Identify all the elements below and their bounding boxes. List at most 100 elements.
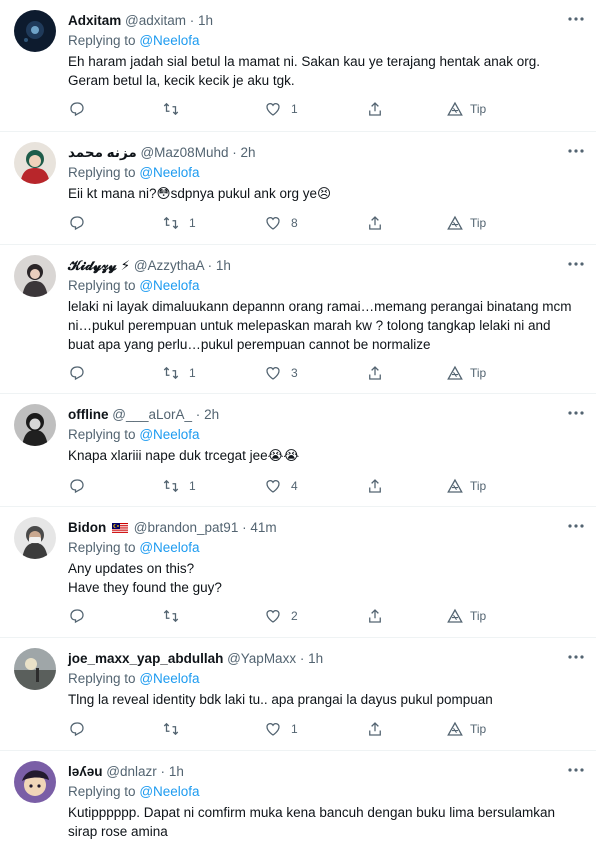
share-button[interactable] — [366, 719, 384, 739]
mention-link[interactable]: @Neelofa — [139, 671, 199, 686]
display-name[interactable]: مزنه محمد — [68, 145, 137, 160]
replying-to: Replying to @Neelofa — [68, 783, 200, 801]
timestamp[interactable]: 1h — [308, 651, 323, 666]
retweet-button[interactable]: 1 — [162, 213, 196, 233]
mention-link[interactable]: @Neelofa — [139, 540, 199, 555]
share-button[interactable] — [366, 476, 384, 496]
user-handle[interactable]: @AzzythaA — [134, 258, 204, 273]
more-options-icon[interactable] — [566, 648, 586, 666]
timestamp[interactable]: 41m — [250, 520, 276, 535]
tip-icon — [447, 215, 463, 230]
avatar[interactable] — [14, 10, 56, 52]
display-name[interactable]: joe_maxx_yap_abdullah — [68, 651, 223, 666]
avatar[interactable] — [14, 517, 56, 559]
share-button[interactable] — [366, 363, 384, 383]
like-button[interactable]: 2 — [264, 606, 298, 626]
user-handle[interactable]: @adxitam — [125, 13, 186, 28]
retweet-button[interactable]: 1 — [162, 363, 196, 383]
replying-to-label: Replying to — [68, 784, 136, 799]
like-button[interactable]: 1 — [264, 99, 298, 119]
tip-button[interactable]: Tip — [446, 213, 486, 233]
reply-button[interactable] — [68, 476, 95, 496]
tip-label: Tip — [470, 479, 487, 493]
tweet-text: Kutipppppp. Dapat ni comfirm muka kena b… — [68, 805, 556, 839]
reply-tweet[interactable]: مزنه محمد @Maz08Muhd · 2h Replying to @N… — [0, 132, 596, 245]
timestamp[interactable]: 1h — [169, 764, 184, 779]
more-options-icon[interactable] — [566, 142, 586, 160]
mention-link[interactable]: @Neelofa — [139, 165, 199, 180]
malaysia-flag-icon — [112, 523, 129, 534]
user-handle[interactable]: @brandon_pat91 — [134, 520, 239, 535]
more-options-icon[interactable] — [566, 517, 586, 535]
reply-button[interactable] — [68, 213, 95, 233]
reply-tweet[interactable]: 𝓚𝓲𝓭𝔂𝔃𝔂 ⚡ @AzzythaA · 1h Replying to @Nee… — [0, 245, 596, 394]
reply-tweet[interactable]: offline @___aLorA_ · 2h Replying to @Nee… — [0, 394, 596, 507]
more-options-icon[interactable] — [566, 404, 586, 422]
display-name[interactable]: Bidon — [68, 520, 106, 535]
heart-icon — [266, 217, 280, 230]
avatar[interactable] — [14, 404, 56, 446]
mention-link[interactable]: @Neelofa — [139, 278, 199, 293]
more-options-icon[interactable] — [566, 761, 586, 779]
reply-tweet[interactable]: ləʎəu @dnlazr · 1h Replying to @Neelofa … — [0, 751, 596, 851]
tweet-text-line: Have they found the guy? — [68, 580, 222, 595]
share-button[interactable] — [366, 213, 384, 233]
tweet-header: joe_maxx_yap_abdullah @YapMaxx · 1h — [68, 650, 323, 668]
reply-button[interactable] — [68, 99, 95, 119]
retweet-icon — [163, 479, 179, 493]
avatar[interactable] — [14, 648, 56, 690]
separator-dot: · — [195, 407, 201, 422]
avatar[interactable] — [14, 142, 56, 184]
tweet-header: Bidon @brandon_pat91 · 41m — [68, 519, 277, 537]
retweet-button[interactable] — [162, 719, 189, 739]
reply-tweet[interactable]: Adxitam @adxitam · 1h Replying to @Neelo… — [0, 0, 596, 132]
reply-button[interactable] — [68, 719, 95, 739]
mention-link[interactable]: @Neelofa — [139, 427, 199, 442]
display-name[interactable]: Adxitam — [68, 13, 121, 28]
tip-button[interactable]: Tip — [446, 99, 486, 119]
action-bar: 1 4 Tip — [60, 476, 560, 496]
user-handle[interactable]: @Maz08Muhd — [140, 145, 228, 160]
display-name[interactable]: 𝓚𝓲𝓭𝔂𝔃𝔂 ⚡ — [68, 258, 130, 273]
tweet-header: مزنه محمد @Maz08Muhd · 2h — [68, 144, 256, 162]
user-handle[interactable]: @___aLorA_ — [112, 407, 192, 422]
share-icon — [369, 216, 381, 230]
mention-link[interactable]: @Neelofa — [139, 784, 199, 799]
tip-button[interactable]: Tip — [446, 606, 486, 626]
like-count: 1 — [291, 102, 298, 116]
share-button[interactable] — [366, 99, 384, 119]
more-options-icon[interactable] — [566, 255, 586, 273]
tip-button[interactable]: Tip — [446, 719, 486, 739]
display-name[interactable]: ləʎəu — [68, 764, 103, 779]
display-name[interactable]: offline — [68, 407, 109, 422]
reply-button[interactable] — [68, 363, 95, 383]
user-handle[interactable]: @YapMaxx — [227, 651, 296, 666]
reply-tweet[interactable]: joe_maxx_yap_abdullah @YapMaxx · 1h Repl… — [0, 638, 596, 751]
like-button[interactable]: 1 — [264, 719, 298, 739]
replying-to-label: Replying to — [68, 540, 136, 555]
share-button[interactable] — [366, 606, 384, 626]
tip-button[interactable]: Tip — [446, 363, 486, 383]
timestamp[interactable]: 1h — [198, 13, 213, 28]
retweet-button[interactable] — [162, 606, 189, 626]
timestamp[interactable]: 2h — [204, 407, 219, 422]
heart-icon — [266, 103, 280, 116]
reply-button[interactable] — [68, 606, 95, 626]
retweet-icon — [163, 216, 179, 230]
avatar[interactable] — [14, 761, 56, 803]
user-handle[interactable]: @dnlazr — [106, 764, 156, 779]
like-button[interactable]: 3 — [264, 363, 298, 383]
more-options-icon[interactable] — [566, 10, 586, 28]
like-button[interactable]: 4 — [264, 476, 298, 496]
mention-link[interactable]: @Neelofa — [139, 33, 199, 48]
retweet-count: 1 — [189, 216, 196, 230]
share-icon — [369, 722, 381, 736]
retweet-button[interactable] — [162, 99, 189, 119]
retweet-button[interactable]: 1 — [162, 476, 196, 496]
like-button[interactable]: 8 — [264, 213, 298, 233]
timestamp[interactable]: 2h — [241, 145, 256, 160]
tip-button[interactable]: Tip — [446, 476, 486, 496]
reply-tweet[interactable]: Bidon @brandon_pat91 · 41m Replying to @… — [0, 507, 596, 638]
timestamp[interactable]: 1h — [216, 258, 231, 273]
avatar[interactable] — [14, 255, 56, 297]
